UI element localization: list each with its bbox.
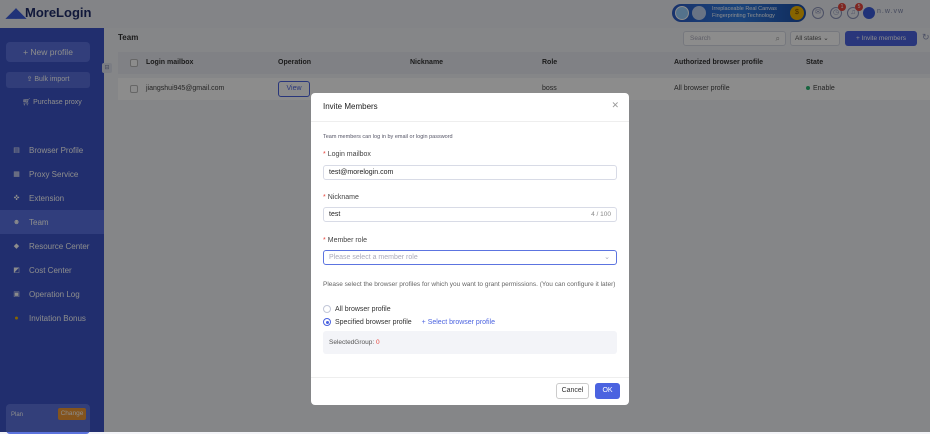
invite-members-dialog: Invite Members ✕ Team members can log in… xyxy=(311,93,629,405)
dialog-title: Invite Members xyxy=(323,102,378,111)
option-all-label: All browser profile xyxy=(335,305,391,313)
radio-button-selected[interactable] xyxy=(323,318,331,326)
selected-group-count: 0 xyxy=(375,339,380,346)
ok-button[interactable]: OK xyxy=(595,383,620,399)
nickname-value: test xyxy=(329,211,341,218)
nickname-label-text: Nickname xyxy=(327,194,359,201)
dialog-hint: Team members can log in by email or logi… xyxy=(323,134,453,140)
selected-group-box: SelectedGroup: 0 xyxy=(323,331,617,354)
option-specified-profiles[interactable]: Specified browser profile + Select brows… xyxy=(323,318,495,326)
required-marker: * xyxy=(323,237,326,244)
radio-button[interactable] xyxy=(323,305,331,313)
mailbox-field[interactable]: test@morelogin.com xyxy=(323,165,617,180)
char-counter: 4 / 100 xyxy=(591,211,611,218)
divider xyxy=(311,377,629,378)
mailbox-label: * Login mailbox xyxy=(323,151,371,158)
option-specified-label: Specified browser profile xyxy=(335,318,412,326)
cancel-button[interactable]: Cancel xyxy=(556,383,589,399)
role-placeholder: Please select a member role xyxy=(329,254,418,261)
member-role-label: * Member role xyxy=(323,237,367,244)
mailbox-label-text: Login mailbox xyxy=(327,151,371,158)
member-role-select[interactable]: Please select a member role ⌄ xyxy=(323,250,617,265)
chevron-down-icon: ⌄ xyxy=(604,254,610,261)
nickname-field[interactable]: test 4 / 100 xyxy=(323,207,617,222)
close-icon[interactable]: ✕ xyxy=(611,100,619,111)
selected-group-label: SelectedGroup: xyxy=(329,339,376,346)
select-browser-profile-link[interactable]: + Select browser profile xyxy=(422,319,495,326)
mailbox-value: test@morelogin.com xyxy=(329,169,394,176)
option-all-profiles[interactable]: All browser profile xyxy=(323,305,391,313)
divider xyxy=(311,121,629,122)
required-marker: * xyxy=(323,151,326,158)
permission-instructions: Please select the browser profiles for w… xyxy=(323,281,616,288)
required-marker: * xyxy=(323,194,326,201)
member-role-label-text: Member role xyxy=(327,237,368,244)
nickname-label: * Nickname xyxy=(323,194,359,201)
